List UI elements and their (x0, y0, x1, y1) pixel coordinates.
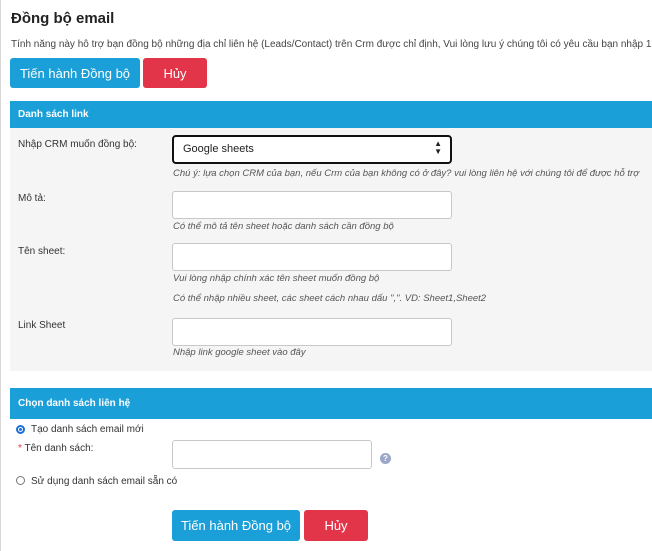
cancel-button-top[interactable]: Hủy (143, 58, 207, 88)
existing-list-radio[interactable] (16, 476, 25, 485)
sheet-name-input[interactable] (172, 243, 452, 271)
sheet-name-hint-multi: Có thể nhập nhiều sheet, các sheet cách … (173, 293, 487, 304)
description-input[interactable] (172, 191, 452, 219)
sheet-name-label: Tên sheet: (18, 246, 66, 257)
new-list-radio[interactable] (16, 425, 25, 434)
sync-button-bottom[interactable]: Tiến hành Đồng bộ (172, 510, 300, 541)
contact-section-header: Chọn danh sách liên hệ (10, 388, 652, 419)
list-name-label-text: Tên danh sách: (24, 443, 94, 454)
crm-select-value: Google sheets (183, 143, 254, 155)
sheet-name-hint: Vui lòng nhập chính xác tên sheet muốn đ… (173, 273, 380, 284)
list-name-label: * Tên danh sách: (18, 443, 93, 454)
description-hint: Có thể mô tả tên sheet hoặc danh sách cầ… (173, 221, 394, 232)
link-sheet-hint: Nhập link google sheet vào đây (173, 347, 306, 358)
required-mark: * (18, 443, 22, 454)
crm-label: Nhập CRM muốn đồng bộ: (18, 139, 137, 150)
new-list-option-label: Tạo danh sách email mới (31, 424, 144, 435)
question-icon[interactable]: ? (380, 453, 391, 464)
list-name-input[interactable] (172, 440, 372, 469)
feature-notice: Tính năng này hỗ trợ bạn đồng bộ những đ… (11, 39, 652, 50)
crm-hint: Chú ý: lựa chọn CRM của bạn, nếu Crm của… (173, 168, 639, 179)
link-sheet-label: Link Sheet (18, 320, 66, 331)
link-sheet-input[interactable] (172, 318, 452, 346)
crm-select[interactable]: Google sheets ▲ ▼ (172, 135, 452, 164)
select-arrows-icon: ▲ ▼ (434, 139, 442, 156)
existing-list-option-label: Sử dụng danh sách email sẵn có (31, 476, 178, 487)
cancel-button-bottom[interactable]: Hủy (304, 510, 368, 541)
page-title: Đồng bộ email (11, 10, 115, 27)
description-label: Mô tả: (18, 193, 46, 204)
link-section-header: Danh sách link (10, 101, 652, 128)
sync-button-top[interactable]: Tiến hành Đồng bộ (10, 58, 140, 88)
